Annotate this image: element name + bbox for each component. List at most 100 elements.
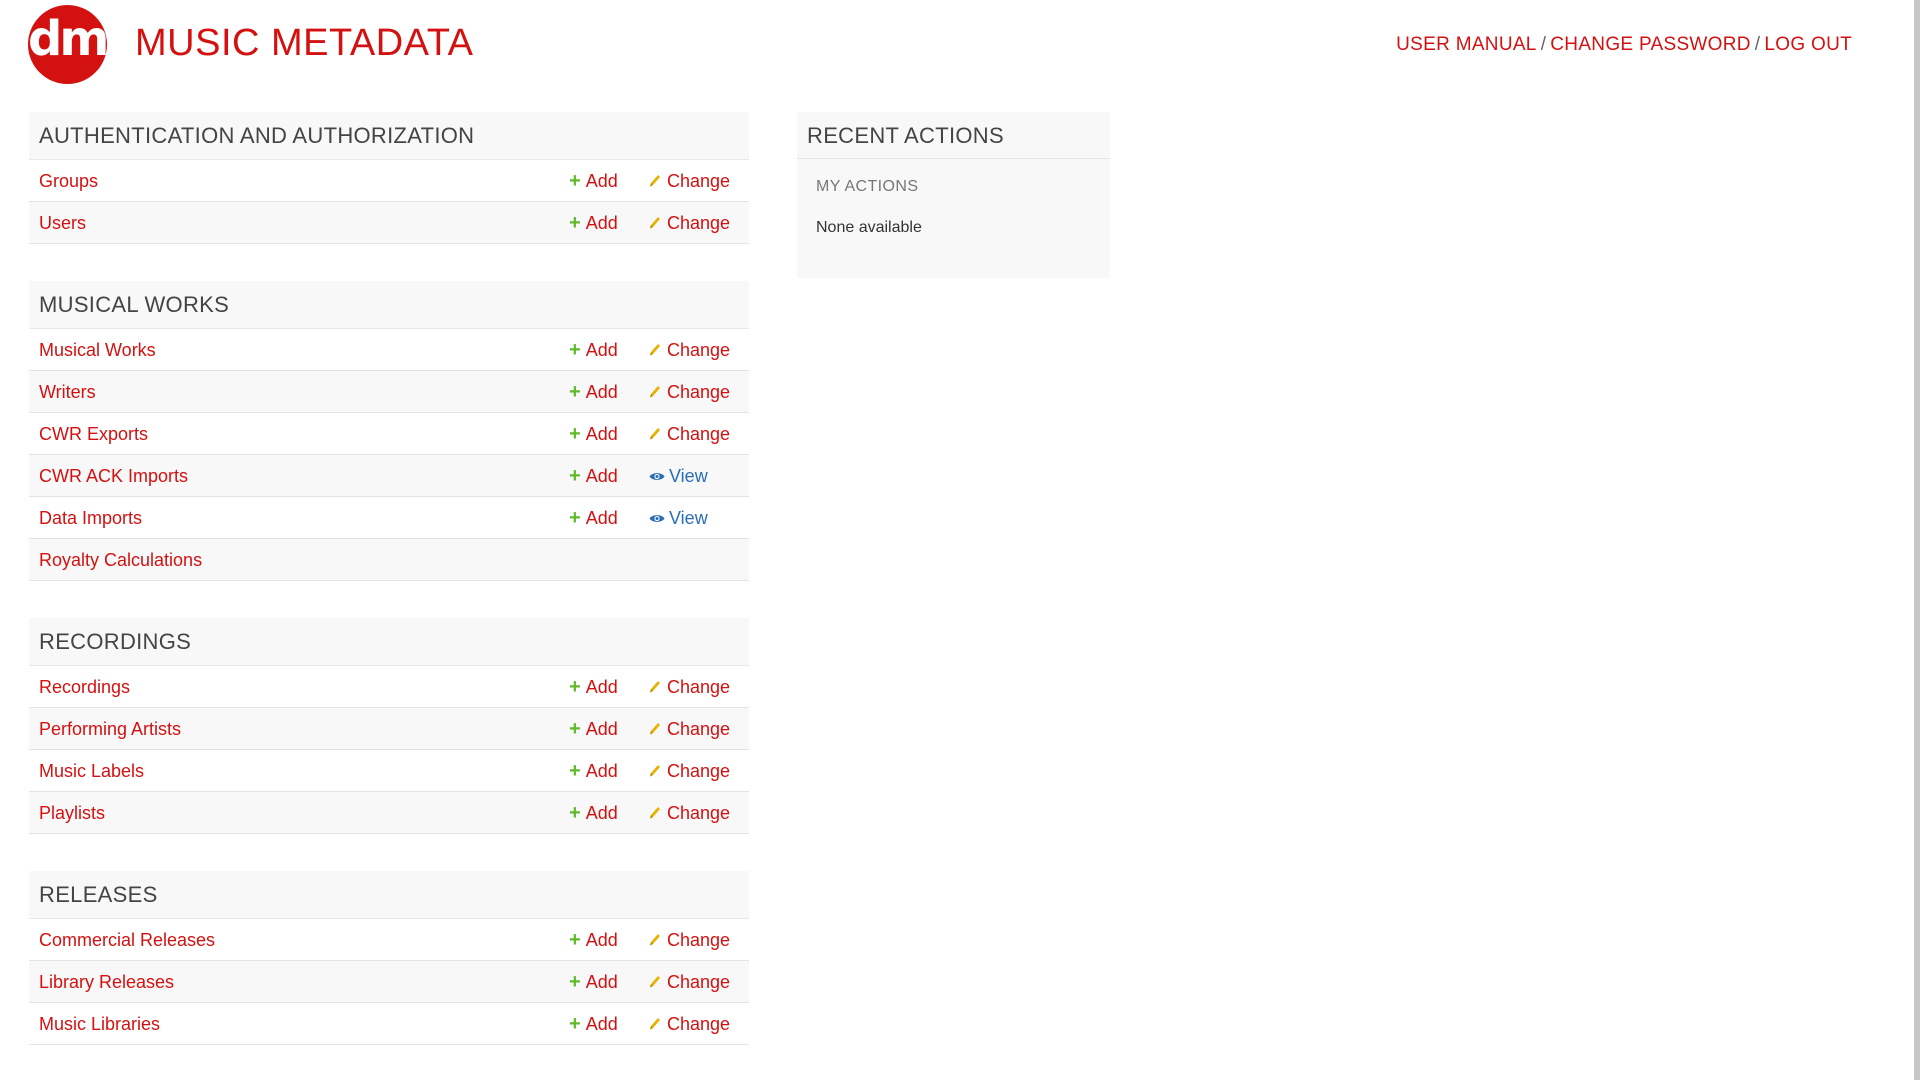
add-link[interactable]: + Add bbox=[569, 792, 618, 834]
logout-link[interactable]: LOG OUT bbox=[1764, 34, 1852, 55]
change-link[interactable]: Change bbox=[649, 750, 730, 792]
change-label: Change bbox=[667, 382, 731, 402]
pencil-icon bbox=[650, 1018, 660, 1030]
model-row-users: Users + Add Change bbox=[29, 202, 749, 244]
add-label: Add bbox=[585, 424, 618, 444]
add-link[interactable]: + Add bbox=[569, 371, 618, 413]
pencil-icon bbox=[650, 428, 660, 440]
add-link[interactable]: + Add bbox=[569, 329, 618, 371]
model-link-musical-works[interactable]: Musical Works bbox=[39, 329, 156, 371]
pencil-icon bbox=[650, 175, 660, 187]
change-link[interactable]: Change bbox=[649, 666, 730, 708]
pencil-icon bbox=[650, 386, 660, 398]
change-link[interactable]: Change bbox=[649, 371, 730, 413]
add-link[interactable]: + Add bbox=[569, 666, 618, 708]
add-link[interactable]: + Add bbox=[569, 497, 618, 539]
add-link[interactable]: + Add bbox=[569, 708, 618, 750]
model-link-cwr-exports[interactable]: CWR Exports bbox=[39, 413, 148, 455]
change-link[interactable]: Change bbox=[649, 413, 730, 455]
add-link[interactable]: + Add bbox=[569, 160, 618, 202]
recent-actions-panel: RECENT ACTIONS MY ACTIONS None available bbox=[797, 112, 1110, 278]
add-label: Add bbox=[585, 1014, 618, 1034]
user-tools: USER MANUAL / CHANGE PASSWORD / LOG OUT bbox=[1396, 34, 1852, 56]
add-label: Add bbox=[585, 677, 618, 697]
add-link[interactable]: + Add bbox=[569, 919, 618, 961]
add-link[interactable]: + Add bbox=[569, 750, 618, 792]
change-label: Change bbox=[667, 719, 731, 739]
plus-icon: + bbox=[569, 929, 581, 951]
change-label: Change bbox=[667, 803, 731, 823]
module-caption[interactable]: AUTHENTICATION AND AUTHORIZATION bbox=[29, 112, 749, 160]
change-password-link[interactable]: CHANGE PASSWORD bbox=[1550, 34, 1751, 55]
add-label: Add bbox=[585, 930, 618, 950]
model-row-recordings: Recordings + Add Change bbox=[29, 666, 749, 708]
model-row-groups: Groups + Add Change bbox=[29, 160, 749, 202]
plus-icon: + bbox=[569, 1013, 581, 1035]
model-link-commercial-releases[interactable]: Commercial Releases bbox=[39, 919, 215, 961]
model-row-performing-artists: Performing Artists + Add Change bbox=[29, 708, 749, 750]
module-caption[interactable]: MUSICAL WORKS bbox=[29, 281, 749, 329]
module-caption[interactable]: RECORDINGS bbox=[29, 618, 749, 666]
plus-icon: + bbox=[569, 802, 581, 824]
pencil-icon bbox=[650, 976, 660, 988]
add-link[interactable]: + Add bbox=[569, 202, 618, 244]
model-link-recordings[interactable]: Recordings bbox=[39, 666, 130, 708]
model-link-playlists[interactable]: Playlists bbox=[39, 792, 105, 834]
model-link-royalty-calculations[interactable]: Royalty Calculations bbox=[39, 539, 202, 581]
model-row-writers: Writers + Add Change bbox=[29, 371, 749, 413]
model-link-writers[interactable]: Writers bbox=[39, 371, 96, 413]
add-link[interactable]: + Add bbox=[569, 413, 618, 455]
change-link[interactable]: Change bbox=[649, 919, 730, 961]
module-musical-works: MUSICAL WORKS Musical Works + Add Change Writ… bbox=[29, 281, 749, 581]
model-link-users[interactable]: Users bbox=[39, 202, 86, 244]
module-releases: RELEASES Commercial Releases + Add Change Lib… bbox=[29, 871, 749, 1045]
add-label: Add bbox=[585, 466, 618, 486]
eye-icon bbox=[649, 473, 665, 480]
add-link[interactable]: + Add bbox=[569, 1003, 618, 1045]
change-link[interactable]: Change bbox=[649, 329, 730, 371]
change-label: Change bbox=[667, 340, 731, 360]
pencil-icon bbox=[650, 934, 660, 946]
plus-icon: + bbox=[569, 718, 581, 740]
model-row-royalty-calculations: Royalty Calculations bbox=[29, 539, 749, 581]
model-link-library-releases[interactable]: Library Releases bbox=[39, 961, 174, 1003]
add-label: Add bbox=[585, 719, 618, 739]
change-link[interactable]: Change bbox=[649, 160, 730, 202]
model-row-music-labels: Music Labels + Add Change bbox=[29, 750, 749, 792]
dmp-logo[interactable]: dmp bbox=[28, 5, 107, 84]
my-actions-heading: MY ACTIONS bbox=[816, 178, 919, 195]
plus-icon: + bbox=[569, 507, 581, 529]
model-row-data-imports: Data Imports + Add View bbox=[29, 497, 749, 539]
pencil-icon bbox=[650, 344, 660, 356]
add-link[interactable]: + Add bbox=[569, 455, 618, 497]
change-label: Change bbox=[667, 424, 731, 444]
change-link[interactable]: Change bbox=[649, 202, 730, 244]
model-link-data-imports[interactable]: Data Imports bbox=[39, 497, 142, 539]
model-link-performing-artists[interactable]: Performing Artists bbox=[39, 708, 181, 750]
change-link[interactable]: Change bbox=[649, 961, 730, 1003]
module-caption[interactable]: RELEASES bbox=[29, 871, 749, 919]
model-row-cwr-exports: CWR Exports + Add Change bbox=[29, 413, 749, 455]
model-link-cwr-ack-imports[interactable]: CWR ACK Imports bbox=[39, 455, 188, 497]
page-scrollbar[interactable] bbox=[1914, 0, 1920, 1080]
model-link-music-labels[interactable]: Music Labels bbox=[39, 750, 144, 792]
change-link[interactable]: Change bbox=[649, 708, 730, 750]
none-available-text: None available bbox=[816, 219, 922, 236]
change-label: Change bbox=[667, 761, 731, 781]
add-label: Add bbox=[585, 171, 618, 191]
view-link[interactable]: View bbox=[649, 455, 708, 497]
eye-icon bbox=[649, 515, 665, 522]
model-link-music-libraries[interactable]: Music Libraries bbox=[39, 1003, 160, 1045]
view-label: View bbox=[669, 466, 708, 486]
app-list: AUTHENTICATION AND AUTHORIZATION Groups + A… bbox=[29, 112, 749, 1080]
site-title[interactable]: MUSIC METADATA bbox=[135, 22, 473, 65]
model-link-groups[interactable]: Groups bbox=[39, 160, 98, 202]
change-link[interactable]: Change bbox=[649, 792, 730, 834]
change-link[interactable]: Change bbox=[649, 1003, 730, 1045]
add-label: Add bbox=[585, 761, 618, 781]
add-label: Add bbox=[585, 803, 618, 823]
user-manual-link[interactable]: USER MANUAL bbox=[1396, 34, 1537, 55]
add-link[interactable]: + Add bbox=[569, 961, 618, 1003]
view-link[interactable]: View bbox=[649, 497, 708, 539]
add-label: Add bbox=[585, 340, 618, 360]
